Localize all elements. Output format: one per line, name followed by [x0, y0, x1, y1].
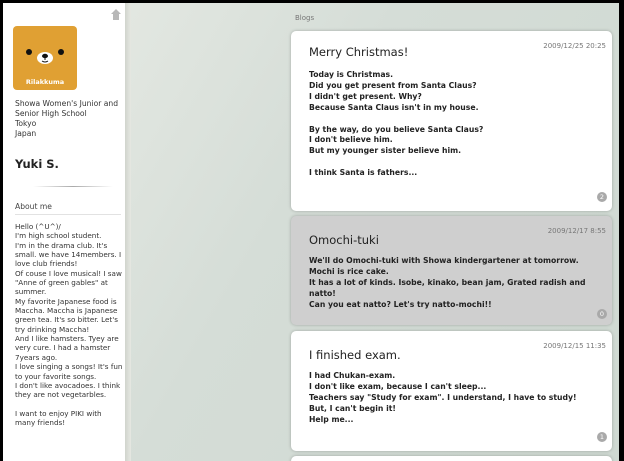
comment-count-badge[interactable]: 2 [597, 192, 607, 202]
post-body: I had Chukan-exam. I don't like exam, be… [309, 371, 577, 424]
post-title[interactable]: Omochi-tuki [309, 233, 379, 247]
comment-count-badge[interactable]: 0 [597, 309, 607, 319]
section-title: Blogs [295, 14, 315, 22]
school-name: Showa Women's Junior and Senior High Sch… [15, 99, 119, 118]
post-date: 2009/12/25 20:25 [543, 42, 606, 50]
profile-location: Showa Women's Junior and Senior High Sch… [15, 99, 123, 139]
profile-divider [33, 186, 113, 187]
blog-post[interactable]: Merry Christmas! 2009/12/25 20:25 Today … [291, 31, 612, 211]
rilakkuma-bear-icon [26, 38, 64, 70]
comment-count-badge[interactable]: 1 [597, 432, 607, 442]
app-frame: Rilakkuma Showa Women's Junior and Senio… [3, 3, 619, 461]
post-title[interactable]: Merry Christmas! [309, 45, 408, 59]
post-body: Today is Christmas. Did you get present … [309, 70, 484, 178]
city: Tokyo [15, 119, 37, 128]
blog-post[interactable]: I finished exam. 2009/12/15 11:35 I had … [291, 331, 612, 451]
about-text: Hello (^U^)/ I'm high school student. I'… [15, 222, 123, 428]
post-date: 2009/12/17 8:55 [547, 227, 606, 235]
avatar[interactable]: Rilakkuma [13, 26, 77, 90]
post-title[interactable]: I finished exam. [309, 348, 401, 362]
profile-sidebar: Rilakkuma Showa Women's Junior and Senio… [3, 3, 125, 461]
username: Yuki S. [15, 157, 59, 171]
post-date: 2009/12/15 11:35 [543, 342, 606, 350]
avatar-brand-text: Rilakkuma [25, 78, 65, 86]
blog-post[interactable] [291, 456, 612, 461]
about-divider [15, 214, 121, 215]
home-icon[interactable] [111, 9, 121, 21]
country: Japan [15, 129, 37, 138]
blog-post[interactable]: Omochi-tuki 2009/12/17 8:55 We'll do Omo… [291, 216, 612, 325]
sidebar-edge [125, 3, 131, 461]
post-body: We'll do Omochi-tuki with Showa kinderga… [309, 256, 586, 309]
about-title: About me [15, 202, 52, 211]
